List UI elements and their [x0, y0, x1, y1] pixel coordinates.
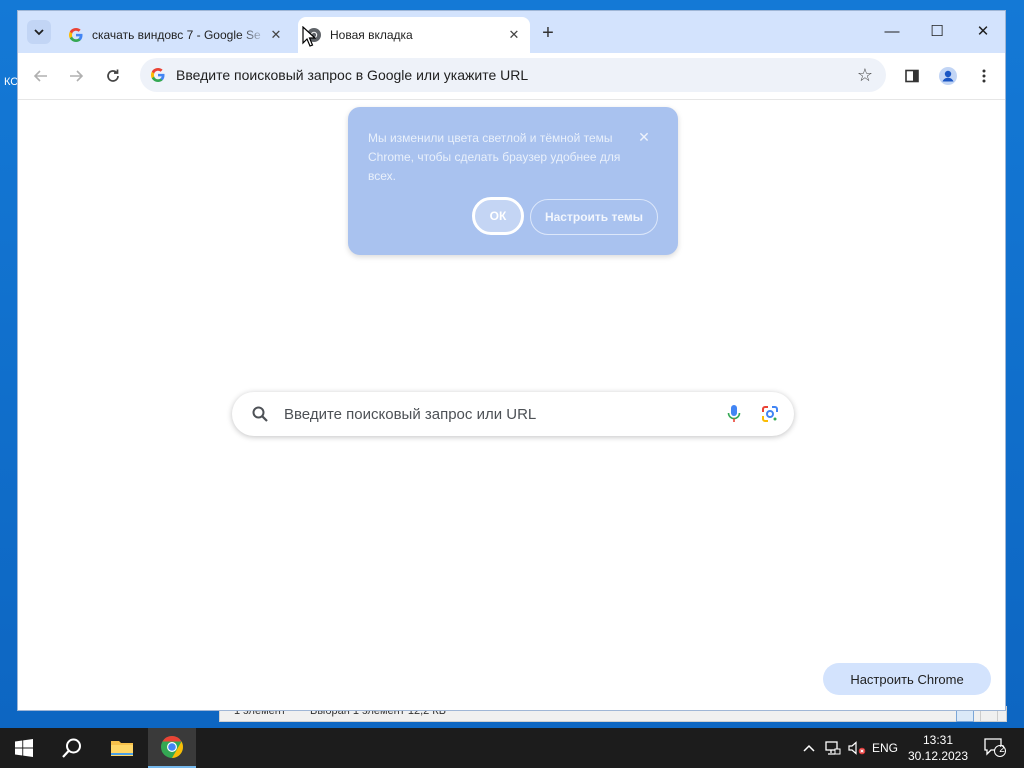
ok-button[interactable]: ОК	[472, 197, 524, 235]
customize-themes-button[interactable]: Настроить темы	[530, 199, 658, 235]
maximize-button[interactable]: ☐	[923, 19, 951, 43]
new-tab-button[interactable]: +	[536, 21, 560, 45]
input-language[interactable]: ENG	[870, 728, 900, 768]
clock-time: 13:31	[922, 733, 954, 747]
taskbar-file-explorer[interactable]	[98, 728, 146, 768]
side-panel-button[interactable]	[897, 61, 927, 91]
kebab-menu-icon	[982, 69, 986, 83]
tab-search-button[interactable]	[27, 20, 51, 44]
folder-icon	[111, 741, 133, 756]
close-icon[interactable]: ✕	[504, 25, 524, 45]
windows-logo-icon	[15, 739, 33, 757]
volume-muted-icon[interactable]	[846, 728, 868, 768]
taskbar-chrome[interactable]	[148, 728, 196, 768]
chrome-icon	[161, 736, 183, 758]
start-button[interactable]	[0, 728, 48, 768]
google-g-icon	[148, 65, 168, 85]
profile-button[interactable]	[933, 61, 963, 91]
clock-date: 30.12.2023	[907, 749, 969, 763]
close-window-button[interactable]: ✕	[969, 19, 997, 43]
search-button[interactable]	[48, 728, 96, 768]
mouse-cursor-icon	[302, 26, 316, 47]
search-icon	[250, 404, 270, 424]
profile-avatar-icon	[939, 67, 957, 85]
arrow-right-icon	[70, 70, 84, 82]
network-icon[interactable]	[822, 728, 844, 768]
tab-title: скачать виндовс 7 - Google Se	[92, 28, 261, 42]
minimize-button[interactable]: —	[878, 19, 906, 43]
google-lens-icon[interactable]	[758, 402, 782, 426]
back-button[interactable]	[26, 61, 56, 91]
chrome-window: скачать виндовс 7 - Google Se ✕ Новая вк…	[17, 10, 1006, 711]
microphone-icon[interactable]	[722, 402, 746, 426]
notification-count: 2	[999, 744, 1005, 755]
reload-icon	[107, 69, 119, 82]
chevron-down-icon	[34, 29, 44, 36]
google-g-icon	[68, 27, 84, 43]
forward-button[interactable]	[61, 61, 91, 91]
address-bar[interactable]: Введите поисковый запрос в Google или ук…	[140, 58, 886, 92]
tab-title: Новая вкладка	[330, 28, 413, 42]
show-hidden-icons-button[interactable]	[798, 728, 820, 768]
chevron-up-icon	[803, 744, 815, 752]
search-placeholder: Введите поисковый запрос или URL	[284, 405, 537, 423]
search-icon	[62, 738, 81, 758]
notifications-button[interactable]: 2	[980, 728, 1010, 768]
clock[interactable]: 13:31 30.12.2023	[900, 732, 976, 764]
reload-button[interactable]	[98, 61, 128, 91]
search-box[interactable]: Введите поисковый запрос или URL	[232, 392, 794, 436]
tab-google-search[interactable]: скачать виндовс 7 - Google Se ✕	[60, 17, 292, 53]
tab-new-tab[interactable]: Новая вкладка ✕	[298, 17, 530, 53]
arrow-left-icon	[33, 70, 47, 82]
side-panel-icon	[905, 69, 919, 83]
taskbar: ENG 13:31 30.12.2023 2	[0, 728, 1024, 768]
theme-change-popup: Мы изменили цвета светлой и тёмной темы …	[348, 107, 678, 255]
bookmark-star-icon[interactable]: ☆	[850, 60, 880, 90]
popup-message: Мы изменили цвета светлой и тёмной темы …	[368, 131, 621, 183]
close-icon[interactable]: ✕	[634, 127, 654, 147]
toolbar: Введите поисковый запрос в Google или ук…	[18, 53, 1005, 100]
close-icon[interactable]: ✕	[266, 25, 286, 45]
menu-button[interactable]	[969, 61, 999, 91]
customize-chrome-button[interactable]: Настроить Chrome	[823, 663, 991, 695]
tab-strip: скачать виндовс 7 - Google Se ✕ Новая вк…	[18, 11, 1005, 53]
address-bar-placeholder: Введите поисковый запрос в Google или ук…	[176, 67, 529, 83]
